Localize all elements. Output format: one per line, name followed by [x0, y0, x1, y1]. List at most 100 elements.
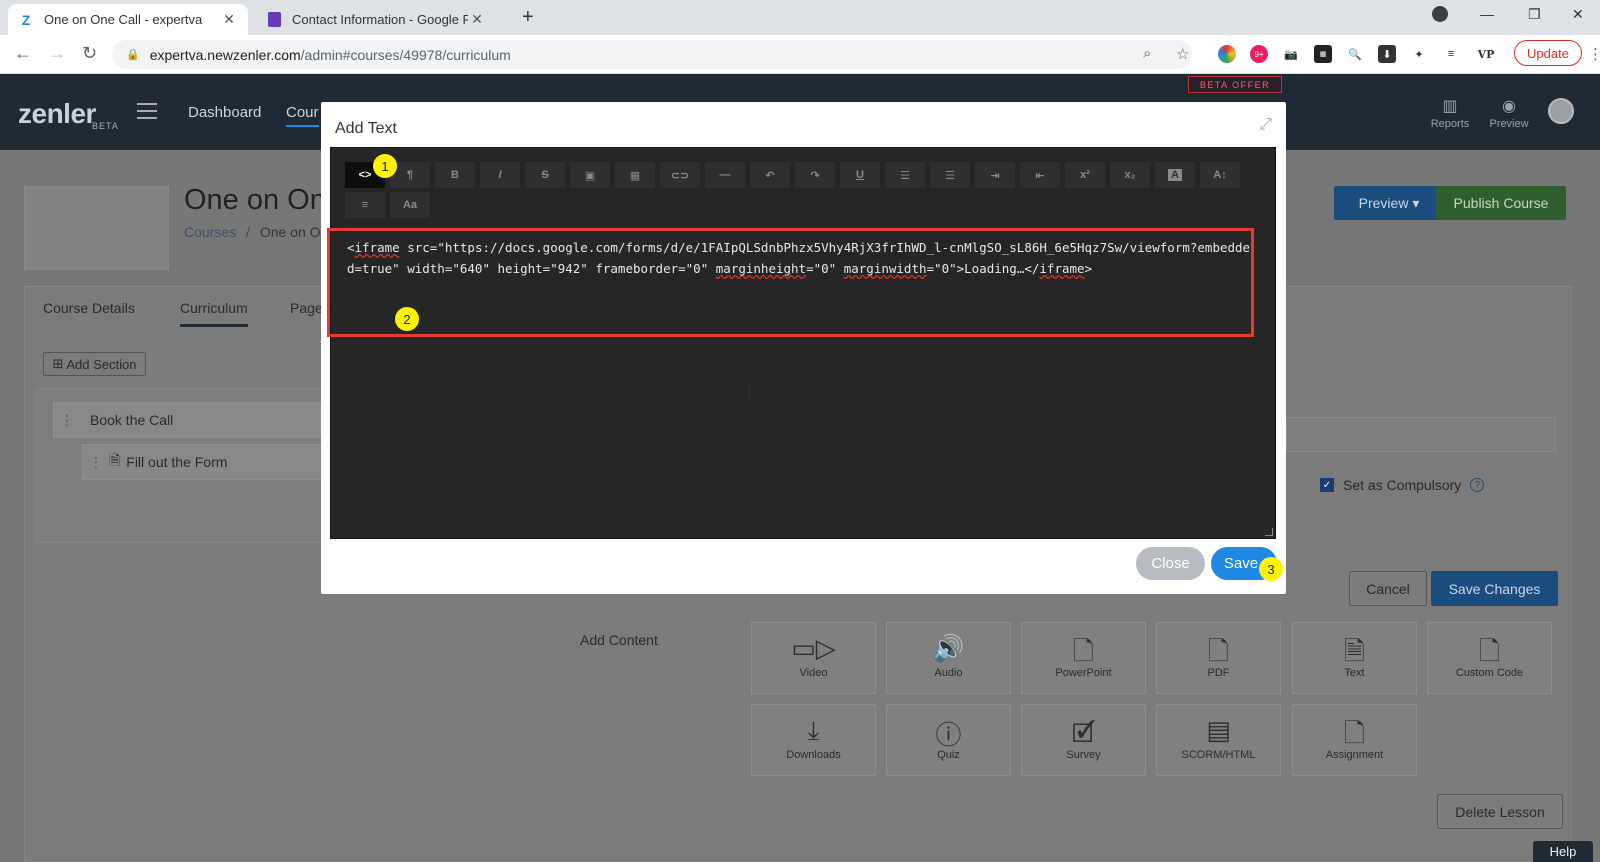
align-button[interactable]: ≡ — [345, 192, 385, 218]
nav-dashboard[interactable]: Dashboard — [188, 104, 261, 121]
help-button[interactable]: Help — [1533, 841, 1593, 862]
section-title: Book the Call — [90, 412, 174, 428]
publish-course-button[interactable]: Publish Course — [1436, 186, 1566, 220]
hamburger-menu-icon[interactable] — [137, 103, 157, 124]
ordered-list-button[interactable]: ☰ — [885, 162, 925, 188]
drag-handle-icon[interactable]: ⋮ — [54, 412, 80, 429]
back-icon[interactable]: ← — [14, 43, 32, 64]
insert-image-button[interactable]: ▣ — [570, 162, 610, 188]
font-family-button[interactable]: Aa — [390, 192, 430, 218]
horizontal-rule-button[interactable]: — — [705, 162, 745, 188]
insert-table-button[interactable]: ▦ — [615, 162, 655, 188]
content-tile-pdf[interactable]: 🗋 PDF — [1156, 622, 1281, 694]
underline-button[interactable]: U — [840, 162, 880, 188]
bookmark-star-icon[interactable]: ☆ — [1176, 45, 1189, 63]
tab-search-icon[interactable] — [1432, 6, 1448, 22]
preview-dropdown-button[interactable]: Preview ▾ — [1334, 186, 1444, 220]
reading-list-icon[interactable]: ≡ — [1442, 45, 1460, 63]
subscript-button[interactable]: x₂ — [1110, 162, 1150, 188]
section-row[interactable]: ⋮ Book the Call — [53, 402, 321, 438]
reload-icon[interactable]: ↻ — [82, 43, 97, 64]
google-forms-favicon-icon — [266, 12, 282, 28]
breadcrumb-courses-link[interactable]: Courses — [184, 224, 236, 240]
undo-button[interactable]: ↶ — [750, 162, 790, 188]
text-color-button[interactable]: A — [1155, 162, 1195, 188]
tab-course-details[interactable]: Course Details — [43, 300, 135, 316]
plus-box-icon: ⊞ — [52, 356, 64, 371]
content-tile-audio[interactable]: 🔊 Audio — [886, 622, 1011, 694]
font-size-button[interactable]: A↕ — [1200, 162, 1240, 188]
search-extension-icon[interactable]: 🔍 — [1346, 45, 1364, 63]
zoom-icon[interactable]: ⌕ — [1143, 45, 1151, 62]
content-tile-scorm[interactable]: ▤ SCORM/HTML — [1156, 704, 1281, 776]
set-compulsory-row[interactable]: ✓ Set as Compulsory ? — [1320, 477, 1485, 493]
content-tile-assignment[interactable]: 🗋 Assignment — [1292, 704, 1417, 776]
content-tile-powerpoint[interactable]: 🗋 PowerPoint — [1021, 622, 1146, 694]
tab-pages[interactable]: Page — [290, 300, 323, 316]
browser-menu-icon[interactable]: ⋮ — [1588, 45, 1600, 63]
compulsory-checkbox[interactable]: ✓ — [1320, 478, 1334, 492]
download-extension-icon[interactable]: ⬇ — [1378, 45, 1396, 63]
indent-button[interactable]: ⇥ — [975, 162, 1015, 188]
cancel-button[interactable]: Cancel — [1349, 571, 1427, 606]
insert-link-button[interactable]: ⊂⊃ — [660, 162, 700, 188]
extension-badge-icon[interactable]: 9+ — [1250, 45, 1268, 63]
editor-resize-handle[interactable] — [1265, 528, 1273, 536]
minimize-icon[interactable]: — — [1480, 6, 1494, 22]
annotation-badge-3: 3 — [1259, 557, 1283, 581]
rich-text-editor[interactable]: <> ¶ B I S ▣ ▦ ⊂⊃ — ↶ ↷ U ☰ ☰ ⇥ ⇤ x² x₂ … — [330, 147, 1276, 539]
outdent-button[interactable]: ⇤ — [1020, 162, 1060, 188]
content-tile-text[interactable]: 🗎 Text — [1292, 622, 1417, 694]
superscript-button[interactable]: x² — [1065, 162, 1105, 188]
qr-extension-icon[interactable]: ▦ — [1314, 45, 1332, 63]
browser-tab-forms[interactable]: Contact Information - Google Fo ✕ — [256, 4, 496, 35]
lesson-row[interactable]: ⋮ 🗎 Fill out the Form — [82, 444, 322, 480]
logo-beta-label: BETA — [92, 121, 119, 131]
content-tile-quiz[interactable]: ⓘ Quiz — [886, 704, 1011, 776]
save-changes-button[interactable]: Save Changes — [1431, 571, 1558, 606]
assignment-icon: 🗋 — [1344, 718, 1365, 748]
redo-button[interactable]: ↷ — [795, 162, 835, 188]
camera-extension-icon[interactable]: 📷 — [1282, 45, 1300, 63]
bold-button[interactable]: B — [435, 162, 475, 188]
content-tile-survey[interactable]: 🗹 Survey — [1021, 704, 1146, 776]
content-tile-custom-code[interactable]: 🗋 Custom Code — [1427, 622, 1552, 694]
modal-title: Add Text — [335, 120, 397, 137]
browser-update-button[interactable]: Update — [1514, 40, 1582, 66]
restore-icon[interactable]: ❐ — [1528, 6, 1541, 23]
reports-button[interactable]: ▥ Reports — [1425, 96, 1475, 130]
content-tile-video[interactable]: ▭▷ Video — [751, 622, 876, 694]
add-section-button[interactable]: ⊞ Add Section — [43, 352, 146, 376]
drag-handle-icon[interactable]: ⋮ — [83, 454, 109, 471]
align-left-icon: ≡ — [361, 199, 369, 211]
close-tab-icon[interactable]: ✕ — [220, 11, 238, 28]
audio-icon: 🔊 — [932, 633, 965, 663]
image-icon: ▣ — [584, 169, 596, 182]
delete-lesson-button[interactable]: Delete Lesson — [1437, 794, 1563, 829]
nav-courses[interactable]: Cour — [286, 104, 319, 127]
expand-icon[interactable]: ⤢ — [1259, 116, 1272, 134]
strikethrough-button[interactable]: S — [525, 162, 565, 188]
table-icon: ▦ — [629, 169, 641, 182]
question-icon: ⓘ — [935, 720, 962, 750]
lesson-title-field[interactable] — [1286, 417, 1556, 452]
unordered-list-button[interactable]: ☰ — [930, 162, 970, 188]
preview-nav-button[interactable]: ◉ Preview — [1484, 96, 1534, 130]
content-tile-downloads[interactable]: ⤓ Downloads — [751, 704, 876, 776]
text-doc-icon: 🗎 — [1344, 636, 1365, 666]
help-question-icon[interactable]: ? — [1470, 478, 1485, 492]
forward-icon[interactable]: → — [48, 43, 66, 64]
color-picker-extension-icon[interactable] — [1218, 45, 1236, 63]
close-tab-icon[interactable]: ✕ — [468, 11, 486, 28]
italic-button[interactable]: I — [480, 162, 520, 188]
tab-curriculum[interactable]: Curriculum — [180, 300, 248, 327]
puzzle-extensions-icon[interactable]: ✦ — [1410, 45, 1428, 63]
beta-offer-badge[interactable]: BETA OFFER — [1188, 76, 1282, 93]
close-button[interactable]: Close — [1136, 547, 1205, 580]
close-window-icon[interactable]: ✕ — [1572, 6, 1584, 23]
new-tab-icon[interactable]: + — [522, 6, 534, 29]
vp-extension-icon[interactable]: VP — [1474, 45, 1498, 63]
user-avatar[interactable] — [1548, 98, 1574, 124]
browser-tab-active[interactable]: Z One on One Call - expertva ✕ — [8, 4, 248, 35]
address-bar[interactable]: 🔒 expertva.newzenler.com/admin#courses/4… — [112, 40, 1192, 69]
